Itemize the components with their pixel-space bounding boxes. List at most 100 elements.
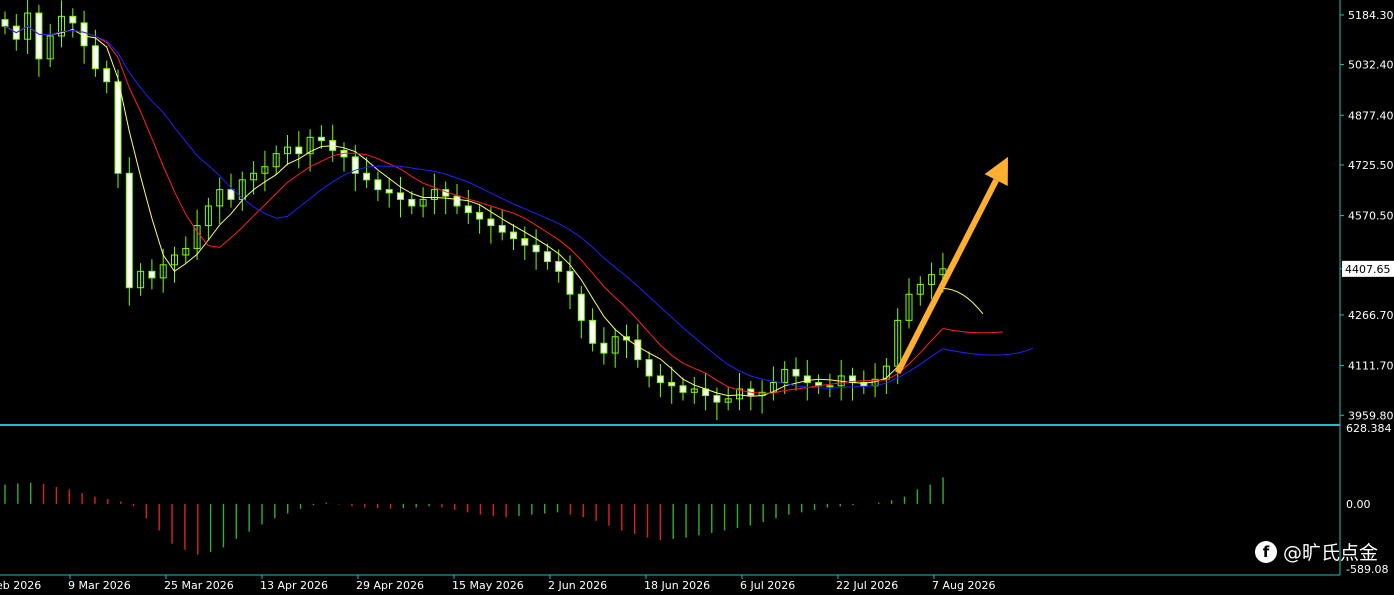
candle <box>261 150 269 192</box>
oscillator-panel <box>4 477 944 555</box>
candle <box>103 60 111 94</box>
candle <box>374 171 382 202</box>
candle <box>623 324 630 358</box>
candle <box>419 187 427 218</box>
candle-body <box>668 382 676 387</box>
date-tick-label: 29 Apr 2026 <box>356 579 424 591</box>
candle <box>589 308 597 352</box>
price-tick-label: 4570.50 <box>1348 210 1394 223</box>
candle-body <box>363 172 371 181</box>
candle-body <box>91 45 99 70</box>
candle <box>532 229 540 270</box>
candle-body <box>125 172 133 289</box>
candle-body <box>589 319 597 344</box>
candle <box>125 157 133 306</box>
candle <box>272 145 280 175</box>
trend-arrow-shaft <box>895 178 999 375</box>
candle <box>724 386 732 411</box>
date-tick-label: 18 Jun 2026 <box>644 579 710 591</box>
candle <box>849 367 856 401</box>
chart-window: 5184.30 5032.40 4877.40 4725.50 4570.50 4407.… <box>0 0 1394 592</box>
candle <box>769 366 777 401</box>
candle <box>510 223 517 251</box>
candle <box>204 197 212 241</box>
candle-body <box>69 15 77 24</box>
candle <box>46 23 54 68</box>
candle <box>498 209 506 241</box>
candle <box>905 278 913 329</box>
candle <box>600 327 608 365</box>
watermark: f @旷氏点金 <box>1254 538 1378 565</box>
ma-fast-projection <box>942 288 984 315</box>
candle <box>487 206 495 244</box>
candle <box>216 177 224 224</box>
ma-slow-projection <box>942 347 1034 356</box>
date-tick-label: 9 Mar 2026 <box>68 579 131 591</box>
candle <box>464 189 472 224</box>
candle <box>555 249 563 283</box>
oscillator-tick-label: 628.384 <box>1346 422 1392 435</box>
candle-body <box>103 68 111 83</box>
candle <box>577 286 585 339</box>
candle <box>860 370 868 394</box>
candle-body <box>521 238 529 246</box>
price-tick-label: 4111.70 <box>1348 360 1394 373</box>
candle <box>284 135 291 166</box>
candle <box>656 363 664 398</box>
candle-body <box>566 270 574 295</box>
price-tick-label: 4725.50 <box>1348 159 1394 172</box>
candle <box>238 171 246 211</box>
candle <box>340 142 348 172</box>
candle <box>1 11 9 35</box>
candle <box>385 177 393 208</box>
candle-body <box>656 375 664 384</box>
candle-body <box>645 359 653 377</box>
candle-body <box>532 244 540 253</box>
candle-body <box>803 375 811 384</box>
date-tick-label: eb 2026 <box>0 579 41 591</box>
candle <box>702 373 710 411</box>
candle <box>397 176 404 218</box>
candle-body <box>577 293 585 321</box>
oscillator-tick-label: 0.00 <box>1346 498 1371 511</box>
date-tick-label: 25 Mar 2026 <box>164 579 234 591</box>
candle <box>611 328 619 368</box>
candle <box>736 373 743 411</box>
candle <box>35 4 43 77</box>
ma-mid-projection <box>942 327 1003 334</box>
candle <box>916 276 924 306</box>
price-tick-label: 4877.40 <box>1348 109 1394 122</box>
candle-body <box>792 368 800 377</box>
ma-mid-line <box>4 25 944 394</box>
candle <box>690 376 698 404</box>
candle-body <box>543 251 551 263</box>
candle <box>137 263 145 296</box>
candle <box>148 259 156 290</box>
candle <box>69 8 77 38</box>
candle-body <box>476 212 484 220</box>
candle-body <box>510 231 517 240</box>
candle-body <box>295 146 303 155</box>
candle <box>317 125 325 149</box>
price-tick-label: 3959.80 <box>1348 409 1394 422</box>
candle-body <box>35 12 43 60</box>
current-price-label: 4407.65 <box>1345 263 1391 276</box>
date-tick-label: 13 Apr 2026 <box>260 579 328 591</box>
candle-body <box>713 395 721 403</box>
candle <box>758 380 766 414</box>
candle-body <box>679 385 687 393</box>
axes: 5184.30 5032.40 4877.40 4725.50 4570.50 4407.… <box>0 0 1394 592</box>
ma-fast-line <box>4 25 944 397</box>
candle-body <box>498 225 506 233</box>
candle <box>634 323 642 368</box>
brand-logo-icon: f <box>1254 540 1277 563</box>
candle <box>826 373 834 398</box>
date-tick-label: 2 Jun 2026 <box>548 579 607 591</box>
candle-body <box>397 192 404 200</box>
candle <box>171 246 178 283</box>
candle <box>476 204 484 234</box>
date-tick-label: 22 Jul 2026 <box>836 579 898 591</box>
candle <box>679 377 687 401</box>
candle <box>430 173 438 215</box>
candle <box>58 0 65 48</box>
